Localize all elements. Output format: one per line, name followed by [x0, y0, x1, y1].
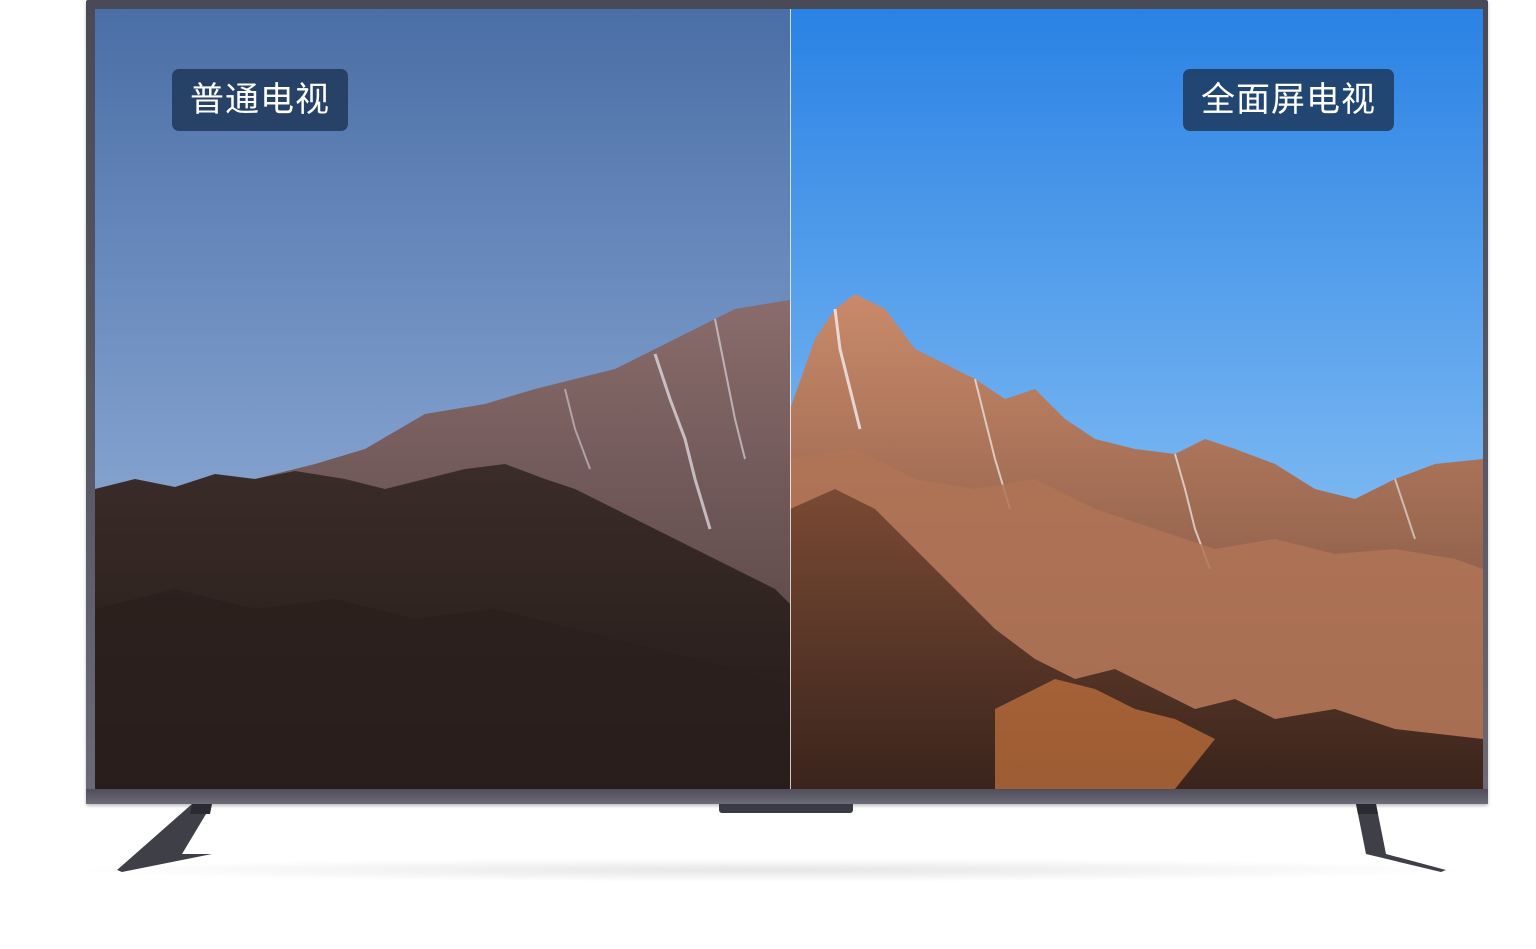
left-stand-leg: [117, 804, 212, 872]
ir-receiver: [719, 804, 853, 813]
tv-bottom-bezel: [86, 789, 1488, 804]
comparison-divider: [790, 9, 791, 789]
label-full-screen-tv: 全面屏电视: [1183, 69, 1394, 131]
tv-comparison-scene: 普通电视 全面屏电视: [0, 0, 1536, 949]
floor-shadow: [60, 858, 1480, 882]
label-normal-tv: 普通电视: [172, 69, 348, 131]
right-stand-leg: [1356, 804, 1446, 872]
